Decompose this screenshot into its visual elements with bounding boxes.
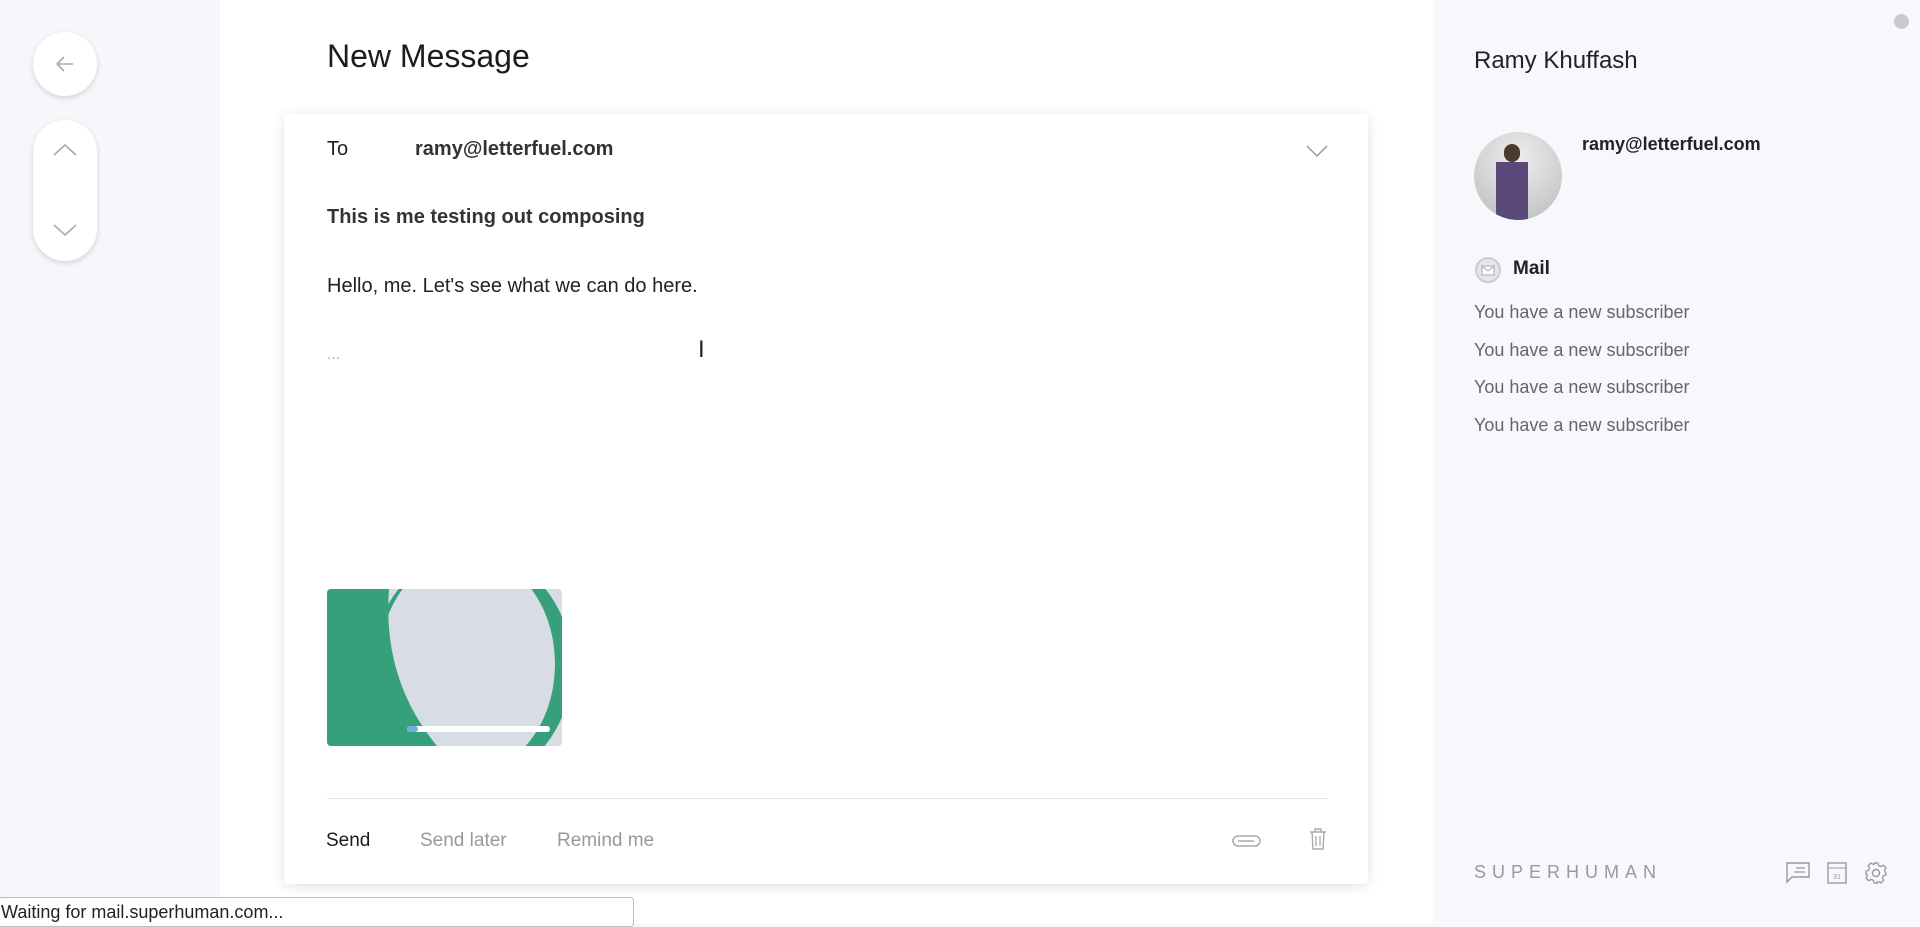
body-field[interactable]: Hello, me. Let's see what we can do here… [327,275,698,298]
mail-section-label: Mail [1513,258,1550,279]
gear-icon[interactable] [1864,861,1888,885]
chevron-down-icon[interactable] [1306,144,1328,158]
contact-name: Ramy Khuffash [1474,47,1638,74]
contact-email[interactable]: ramy@letterfuel.com [1582,134,1761,155]
mail-item[interactable]: You have a new subscriber [1474,415,1689,436]
avatar [1474,132,1562,220]
chevron-down-icon [53,224,77,237]
send-later-button[interactable]: Send later [420,830,507,852]
page-title: New Message [327,38,530,74]
send-button[interactable]: Send [326,830,370,852]
mail-item[interactable]: You have a new subscriber [1474,377,1689,398]
attachment-preview-image [327,589,562,746]
paperclip-icon[interactable] [1232,832,1262,850]
svg-text:31: 31 [1833,874,1841,881]
to-label: To [327,138,349,160]
chat-icon[interactable] [1786,862,1810,884]
contact-sidebar: Ramy Khuffash ramy@letterfuel.com Mail Y… [1433,0,1920,924]
next-button[interactable] [33,200,97,260]
trash-icon[interactable] [1309,828,1327,850]
subject-field[interactable]: This is me testing out composing [327,206,645,229]
upload-progress-fill [407,726,419,732]
browser-status-bar: Waiting for mail.superhuman.com... [0,897,634,927]
divider [327,798,1327,799]
status-dot [1894,14,1909,29]
back-button[interactable] [33,32,97,96]
arrow-left-icon [55,56,73,72]
remind-me-button[interactable]: Remind me [557,830,654,852]
calendar-icon[interactable]: 31 [1827,862,1847,884]
mail-item[interactable]: You have a new subscriber [1474,302,1689,323]
mail-item[interactable]: You have a new subscriber [1474,340,1689,361]
mail-icon [1475,257,1501,283]
text-cursor: I [698,336,705,363]
to-field[interactable]: ramy@letterfuel.com [415,138,613,161]
upload-progress-bar [407,726,550,732]
previous-button[interactable] [33,120,97,180]
attachment-thumbnail[interactable] [327,589,562,746]
quoted-text-toggle[interactable]: ... [327,346,340,364]
chevron-up-icon [53,143,77,156]
brand-logo: SUPERHUMAN [1474,862,1663,882]
compose-card: To ramy@letterfuel.com This is me testin… [284,114,1368,884]
message-nav [33,120,97,261]
